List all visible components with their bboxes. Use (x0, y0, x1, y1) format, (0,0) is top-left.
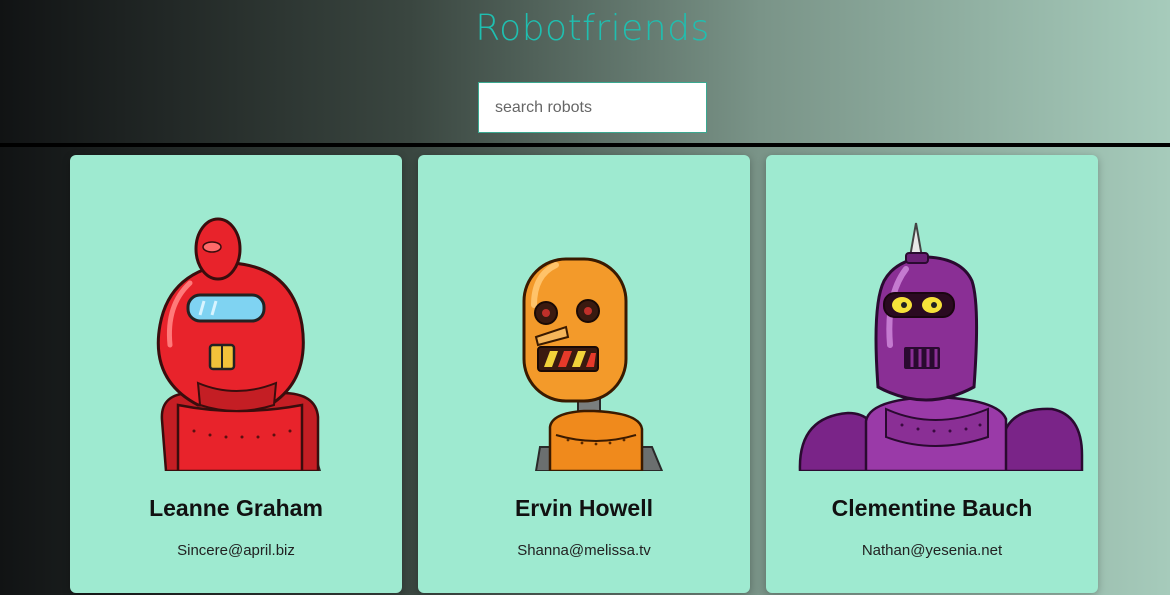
robot-card[interactable]: Clementine Bauch Nathan@yesenia.net (766, 155, 1098, 593)
robot-email: Nathan@yesenia.net (861, 542, 1003, 559)
robot-avatar-image (798, 222, 1084, 471)
robot-name: Leanne Graham (149, 495, 323, 521)
page-title: Robotfriends (475, 8, 710, 49)
robot-name: Clementine Bauch (831, 495, 1033, 521)
robot-email: Sincere@april.biz (177, 542, 295, 559)
robot-name: Ervin Howell (514, 495, 654, 521)
header-divider (0, 143, 1170, 147)
search-input[interactable] (479, 83, 706, 132)
robot-card[interactable]: Leanne Graham Sincere@april.biz (70, 155, 402, 593)
search-box[interactable] (478, 82, 707, 133)
robot-avatar-image (156, 217, 322, 471)
robot-card[interactable]: Ervin Howell Shanna@melissa.tv (418, 155, 750, 593)
robot-avatar-image (522, 257, 664, 471)
robot-email: Shanna@melissa.tv (517, 542, 651, 559)
